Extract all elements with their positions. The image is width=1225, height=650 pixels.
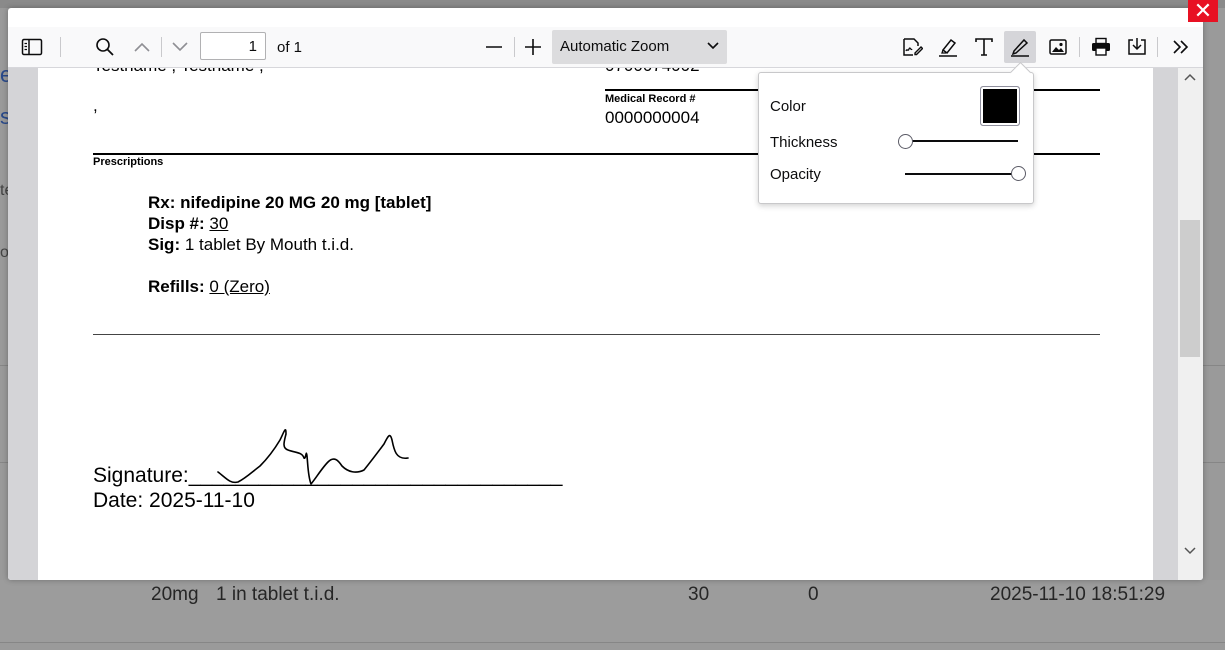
text-icon [975,38,993,56]
prescriptions-heading: Prescriptions [93,156,164,168]
page-count: of 1 [277,39,303,56]
draw-button[interactable] [1004,31,1036,63]
scroll-down-icon[interactable] [1184,544,1196,556]
sig-line: Sig: 1 tablet By Mouth t.i.d. [148,235,354,255]
text-button[interactable] [968,31,1000,63]
zoom-out-button[interactable] [478,31,510,63]
highlight-icon [939,38,957,57]
add-image-button[interactable] [1042,31,1074,63]
toolbar-separator [514,37,515,57]
color-swatch[interactable] [980,86,1020,126]
page-number-input[interactable] [200,32,266,60]
print-icon [1092,37,1110,56]
vertical-scrollbar[interactable] [1178,68,1203,580]
sidebar-toggle-icon [21,38,43,56]
thickness-slider-track[interactable] [905,140,1018,142]
close-button[interactable]: ✕ [1188,0,1218,22]
background-cell-refills: 0 [808,584,819,605]
zoom-in-button[interactable] [517,31,549,63]
background-header [0,0,1225,8]
scrollbar-thumb[interactable] [1180,220,1200,357]
color-label: Color [770,98,806,115]
next-page-button[interactable] [164,31,196,63]
find-button[interactable] [89,31,121,63]
thickness-slider-handle[interactable] [897,134,913,149]
search-icon [96,38,114,56]
download-icon [1128,38,1146,55]
background-cell-instructions: 1 in tablet t.i.d. [216,584,340,605]
download-button[interactable] [1121,31,1153,63]
rx-line: Rx: nifedipine 20 MG 20 mg [tablet] [148,193,431,213]
zoom-select[interactable]: Automatic Zoom [552,30,727,64]
signature-label: Signature: [93,464,189,487]
disp-line: Disp #: 30 [148,214,228,234]
thickness-label: Thickness [770,134,838,151]
chevron-down-icon [707,42,719,50]
toolbar-separator [1079,37,1080,57]
next-page-icon [172,42,188,52]
zoom-out-icon [486,46,502,48]
refills-value: 0 (Zero) [209,277,270,296]
rx-value: nifedipine 20 MG 20 mg [tablet] [180,193,432,212]
medical-record-value: 0000000004 [605,108,700,127]
more-tools-icon [1173,40,1189,54]
draw-icon [1011,38,1029,57]
header-partial-left: Testname , Testname , [93,68,264,76]
background-divider [0,642,1225,643]
prescription-divider [93,334,1100,335]
opacity-slider-track[interactable] [905,173,1018,175]
disp-value: 30 [209,214,229,233]
opacity-label: Opacity [770,166,821,183]
image-icon [1049,39,1067,55]
address-comma: , [93,96,98,115]
toolbar-separator [60,37,61,57]
zoom-in-icon [525,39,541,55]
toolbar-separator [161,37,162,57]
disp-label: Disp #: [148,214,205,233]
date-line: Date: 2025-11-10 [93,489,255,512]
rx-label: Rx: [148,193,176,212]
viewer-toolbar: of 1 Automatic Zoom [8,27,1203,68]
handwritten-signature [217,429,409,485]
sidebar-toggle-button[interactable] [16,31,48,63]
signature-icon [903,38,923,56]
more-tools-button[interactable] [1165,31,1197,63]
close-icon: ✕ [1193,0,1213,23]
background-cell-dose: 20mg [151,584,199,605]
pdf-viewer-modal: of 1 Automatic Zoom [8,8,1203,580]
opacity-slider-handle[interactable] [1010,166,1026,181]
print-button[interactable] [1085,31,1117,63]
background-cell-datetime: 2025-11-10 18:51:29 [990,584,1166,605]
header-partial-right: 0700074002 [605,68,700,76]
medical-record-label: Medical Record # [605,93,696,105]
background-cell-quantity: 30 [688,584,710,605]
scroll-up-icon[interactable] [1184,72,1196,84]
sig-label: Sig: [148,235,181,254]
previous-page-icon [134,42,150,52]
highlight-button[interactable] [932,31,964,63]
toolbar-separator [1157,37,1158,57]
sig-value: 1 tablet By Mouth t.i.d. [184,235,354,254]
refills-label: Refills: [148,277,205,296]
ink-properties-popup: Color Thickness Opacity [758,72,1034,204]
refills-line: Refills: 0 (Zero) [148,277,270,297]
previous-page-button[interactable] [126,31,158,63]
zoom-select-value: Automatic Zoom [560,38,670,55]
signature-button[interactable] [896,31,928,63]
